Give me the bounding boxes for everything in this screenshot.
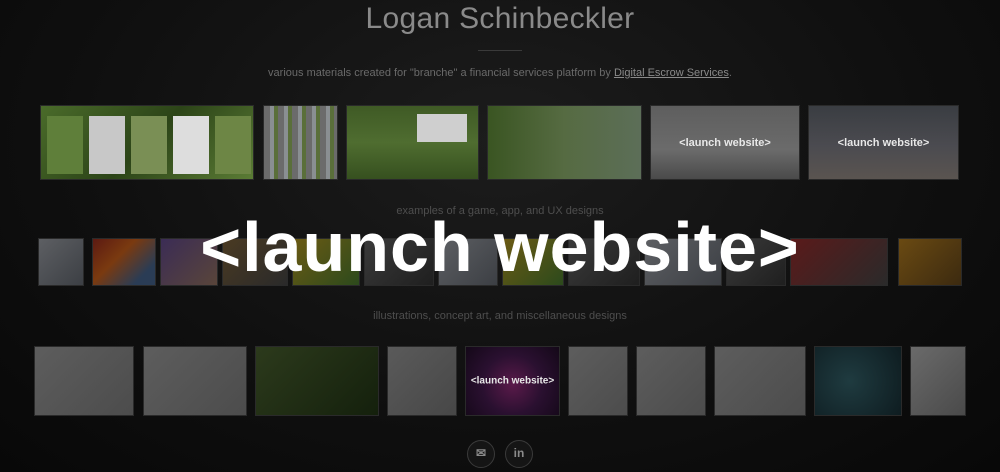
phone-screen xyxy=(47,116,83,174)
title-divider xyxy=(478,50,522,51)
chart-panel xyxy=(417,114,467,142)
page-subtitle: various materials created for "branche" … xyxy=(0,67,1000,79)
branche-thumb-dashboard[interactable] xyxy=(487,105,642,180)
branche-thumb-wireframe[interactable] xyxy=(263,105,338,180)
launch-website-overlay[interactable]: <launch website> xyxy=(466,376,559,387)
phone-screen xyxy=(131,116,167,174)
phone-screen xyxy=(173,116,209,174)
launch-website-overlay[interactable]: <launch website> xyxy=(651,137,799,149)
subtitle-period: . xyxy=(728,67,732,79)
illustration-thumb[interactable] xyxy=(387,346,457,416)
illustration-thumb[interactable] xyxy=(34,346,134,416)
linkedin-button[interactable]: in xyxy=(505,440,533,468)
phone-screen xyxy=(215,116,251,174)
email-button[interactable]: ✉ xyxy=(467,440,495,468)
illustration-thumb[interactable] xyxy=(636,346,706,416)
branche-thumb-mobile[interactable] xyxy=(40,105,254,180)
illustration-thumb[interactable] xyxy=(568,346,628,416)
page-title: Logan Schinbeckler xyxy=(365,2,635,35)
branche-thumb-website-2[interactable]: <launch website> xyxy=(808,105,959,180)
branche-gallery: <launch website> <launch website> xyxy=(0,105,1000,181)
illustrations-section-label: illustrations, concept art, and miscella… xyxy=(373,310,627,322)
illustration-thumb[interactable] xyxy=(255,346,379,416)
illustration-thumb[interactable] xyxy=(910,346,966,416)
illustration-thumb[interactable]: <launch website> xyxy=(465,346,560,416)
branche-thumb-website-1[interactable]: <launch website> xyxy=(650,105,800,180)
illustration-thumb[interactable] xyxy=(143,346,247,416)
digital-escrow-link[interactable]: Digital Escrow Services xyxy=(614,67,729,79)
phone-screen xyxy=(89,116,125,174)
illustrations-gallery: <launch website> xyxy=(0,346,1000,418)
linkedin-icon: in xyxy=(513,446,525,460)
launch-website-hero-overlay[interactable]: <launch website> xyxy=(0,207,1000,287)
launch-website-overlay[interactable]: <launch website> xyxy=(809,137,958,149)
illustration-thumb[interactable] xyxy=(814,346,902,416)
envelope-icon: ✉ xyxy=(475,446,487,460)
branche-thumb-infographic[interactable] xyxy=(346,105,479,180)
subtitle-text: various materials created for "branche" … xyxy=(268,67,614,79)
illustration-thumb[interactable] xyxy=(714,346,806,416)
